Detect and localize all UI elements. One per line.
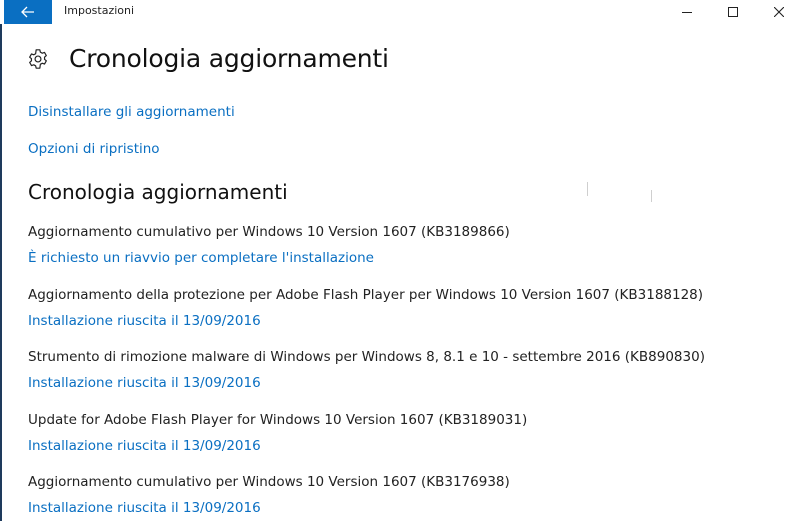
update-name: Update for Adobe Flash Player for Window… bbox=[28, 412, 528, 428]
back-arrow-icon bbox=[21, 6, 34, 18]
minimize-icon bbox=[682, 12, 692, 13]
back-button[interactable] bbox=[4, 0, 52, 24]
update-status-link[interactable]: Installazione riuscita il 13/09/2016 bbox=[28, 500, 261, 516]
maximize-button[interactable] bbox=[710, 0, 756, 24]
maximize-icon bbox=[728, 7, 738, 17]
recovery-options-link[interactable]: Opzioni di ripristino bbox=[28, 141, 160, 157]
update-name: Aggiornamento cumulativo per Windows 10 … bbox=[28, 474, 510, 490]
window-title: Impostazioni bbox=[64, 4, 135, 17]
gear-icon bbox=[29, 48, 47, 69]
update-name: Aggiornamento della protezione per Adobe… bbox=[28, 287, 704, 303]
close-button[interactable] bbox=[756, 0, 802, 24]
update-status-link[interactable]: Installazione riuscita il 13/09/2016 bbox=[28, 313, 261, 329]
page-header: Cronologia aggiornamenti bbox=[27, 44, 389, 73]
divider bbox=[587, 182, 588, 196]
update-name: Strumento di rimozione malware di Window… bbox=[28, 349, 705, 365]
update-status-link[interactable]: Installazione riuscita il 13/09/2016 bbox=[28, 438, 261, 454]
divider bbox=[651, 190, 652, 202]
close-icon bbox=[774, 7, 784, 17]
window-left-edge bbox=[0, 0, 2, 521]
section-title: Cronologia aggiornamenti bbox=[28, 180, 288, 204]
update-status-link[interactable]: È richiesto un riavvio per completare l'… bbox=[28, 250, 374, 266]
title-bar: Impostazioni bbox=[0, 0, 802, 24]
minimize-button[interactable] bbox=[664, 0, 710, 24]
update-status-link[interactable]: Installazione riuscita il 13/09/2016 bbox=[28, 375, 261, 391]
update-name: Aggiornamento cumulativo per Windows 10 … bbox=[28, 224, 510, 240]
uninstall-updates-link[interactable]: Disinstallare gli aggiornamenti bbox=[28, 104, 235, 120]
page-title: Cronologia aggiornamenti bbox=[69, 44, 389, 73]
